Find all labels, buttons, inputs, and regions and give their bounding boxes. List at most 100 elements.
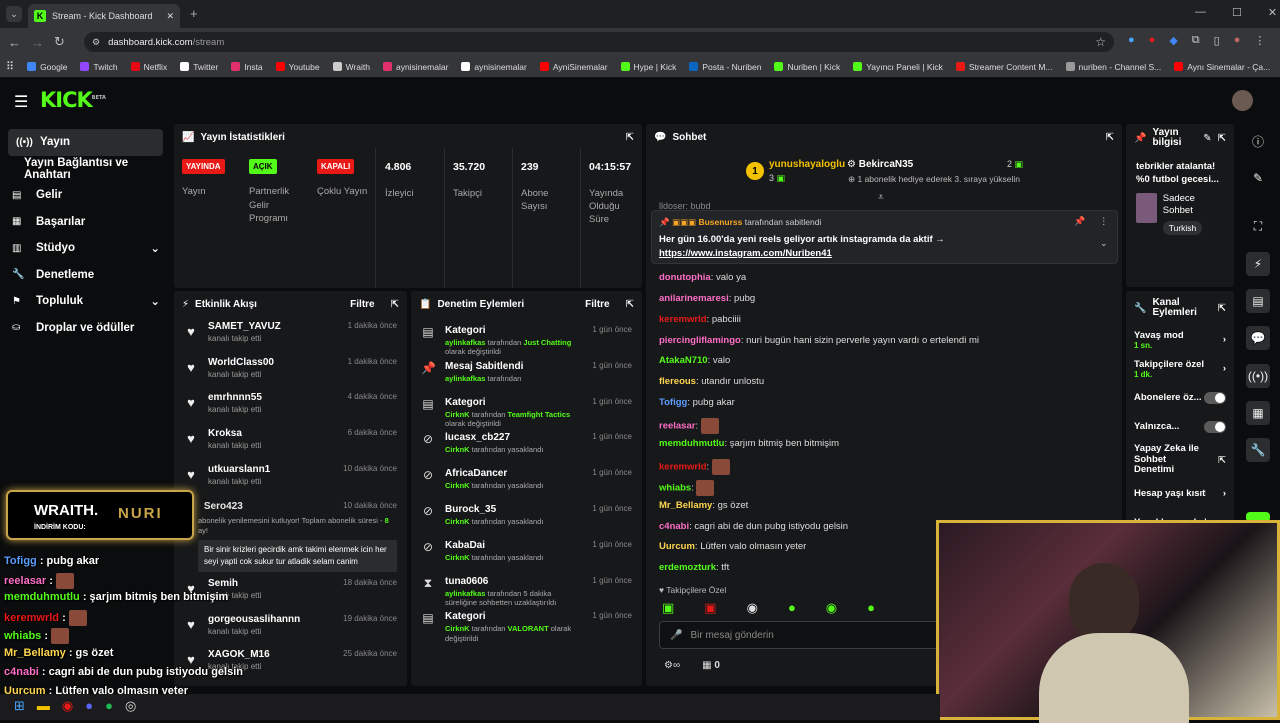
unpin-icon[interactable]: 📌 xyxy=(1074,216,1085,227)
sidebar-item-5[interactable]: 🔧 Denetleme xyxy=(0,262,172,289)
activity-item[interactable]: ♥ gorgeousaslihannn kanalı takip etti 19 da… xyxy=(174,614,407,650)
minimize-icon[interactable]: — xyxy=(1195,6,1206,19)
moderation-item[interactable]: ▤ Kategori CirknK tarafından VALORANT olar… xyxy=(411,607,642,643)
activity-username[interactable]: Semih xyxy=(208,578,333,589)
chat-username[interactable]: keremwrld xyxy=(659,462,707,473)
moderation-item-title[interactable]: Kategori xyxy=(445,397,582,408)
bookmark-item[interactable]: aynisinemalar xyxy=(382,62,448,72)
chat-username[interactable]: keremwrld xyxy=(659,314,707,325)
moderation-item[interactable]: ⊘ AfricaDancer CirknK tarafından yasakland… xyxy=(411,464,642,500)
popout-icon[interactable]: ⇱ xyxy=(391,299,399,310)
activity-filter-button[interactable]: Filtre xyxy=(350,299,374,310)
popout-icon[interactable]: ⇱ xyxy=(626,132,634,143)
moderation-item[interactable]: ⧗ tuna0606 aylinkafkas tarafından 5 dakika… xyxy=(411,572,642,608)
category-thumbnail[interactable] xyxy=(1136,192,1157,223)
chat-username[interactable]: memduhmutlu xyxy=(659,438,724,449)
hamburger-menu-icon[interactable]: ☰ xyxy=(14,92,28,112)
close-window-icon[interactable]: ✕ xyxy=(1268,6,1277,19)
moderation-actor[interactable]: CirknK xyxy=(445,517,470,526)
activity-item[interactable]: ♥ SAMET_YAVUZ kanalı takip etti 1 dakika ön… xyxy=(174,321,407,357)
chat-username[interactable]: whiabs xyxy=(659,483,691,494)
emote-2-icon[interactable]: ▣ xyxy=(704,600,716,616)
moderation-item-title[interactable]: Mesaj Sabitlendi xyxy=(445,361,582,372)
bookmark-item[interactable]: Yayıncı Paneli | Kick xyxy=(853,62,943,72)
moderation-item-title[interactable]: tuna0606 xyxy=(445,576,582,587)
moderation-item-title[interactable]: lucasx_cb227 xyxy=(445,432,582,443)
activity-item[interactable]: ♥ WorldClass00 kanalı takip etti 1 dakika ö… xyxy=(174,357,407,393)
pinned-link[interactable]: https://www.instagram.com/Nuriben41 xyxy=(659,248,832,259)
chat-settings-icon[interactable]: ⚙∞ xyxy=(664,660,680,671)
sidebar-item-0[interactable]: ((•)) Yayın xyxy=(8,129,163,156)
sidebar-item-2[interactable]: ▤ Gelir xyxy=(0,182,172,209)
pinned-menu-icon[interactable]: ⋮ xyxy=(1099,216,1108,227)
channel-action-item[interactable]: Hesap yaşı kısıtla › xyxy=(1126,479,1234,508)
spotify-icon[interactable]: ● xyxy=(105,698,113,714)
back-icon[interactable]: ← xyxy=(8,35,21,50)
chat-username[interactable]: donutophia xyxy=(659,272,711,283)
moderation-filter-button[interactable]: Filtre xyxy=(585,299,609,310)
popout-icon[interactable]: ⇱ xyxy=(1218,303,1226,314)
sidebar-item-3[interactable]: ▦ Başarılar xyxy=(0,209,172,236)
bookmark-item[interactable]: aynisinemalar xyxy=(461,62,527,72)
popout-icon[interactable]: ⇱ xyxy=(1218,133,1226,144)
sidebar-item-7[interactable]: ⛀ Droplar ve ödüller xyxy=(0,315,172,342)
moderation-item[interactable]: ⊘ Burock_35 CirknK tarafından yasaklandı 1… xyxy=(411,500,642,536)
forward-icon[interactable]: → xyxy=(31,35,44,50)
activity-username[interactable]: WorldClass00 xyxy=(208,357,338,368)
sub-event-username[interactable]: Sero423 xyxy=(204,501,333,514)
activity-username[interactable]: XAGOK_M16 xyxy=(208,649,333,660)
extensions-icon[interactable]: ⧉ xyxy=(1192,34,1200,47)
chat-username[interactable]: erdemozturk xyxy=(659,562,716,573)
subscription-event[interactable]: ★Sero42310 dakika önceabonelik yenilemes… xyxy=(174,499,407,578)
bookmark-item[interactable]: Twitter xyxy=(180,62,218,72)
popout-icon[interactable]: ⇱ xyxy=(1106,132,1114,143)
channel-action-item[interactable]: Abonelere öz... xyxy=(1126,383,1234,412)
quick-action-chat-icon[interactable]: 💬 xyxy=(1246,326,1270,350)
bookmark-item[interactable]: Streamer Content M... xyxy=(955,62,1053,72)
moderation-item[interactable]: ▤ Kategori CirknK tarafından Teamfight Tac… xyxy=(411,393,642,429)
moderation-item-title[interactable]: AfricaDancer xyxy=(445,468,582,479)
site-info-icon[interactable]: ⚙ xyxy=(92,37,100,48)
activity-item[interactable]: ♥ emrhnnn55 kanalı takip etti 4 dakika önce xyxy=(174,392,407,428)
moderation-item[interactable]: ▤ Kategori aylinkafkas tarafından Just Cha… xyxy=(411,321,642,357)
emote-5-icon[interactable]: ◉ xyxy=(826,600,837,616)
emote-4-icon[interactable]: ● xyxy=(788,600,796,616)
bookmark-item[interactable]: Wraith xyxy=(332,62,370,72)
quick-action-broadcast-icon[interactable]: ((•)) xyxy=(1246,364,1270,388)
emote-1-icon[interactable]: ▣ xyxy=(662,600,674,616)
emote-6-icon[interactable]: ● xyxy=(867,600,875,616)
bookmark-item[interactable]: Google xyxy=(27,62,67,72)
chat-username[interactable]: reelasar xyxy=(659,421,695,432)
moderation-item[interactable]: ⊘ lucasx_cb227 CirknK tarafından yasakland… xyxy=(411,428,642,464)
quick-action-wrench-icon[interactable]: 🔧 xyxy=(1246,438,1270,462)
activity-username[interactable]: utkuarslann1 xyxy=(208,464,333,475)
chat-username[interactable]: AtakaN710 xyxy=(659,355,708,366)
extension-3-icon[interactable]: ◆ xyxy=(1169,34,1177,47)
chat-username[interactable]: piercingliflamingo xyxy=(659,335,741,346)
moderation-item[interactable]: ⊘ KabaDai CirknK tarafından yasaklandı 1 g… xyxy=(411,536,642,572)
activity-username[interactable]: Kroksa xyxy=(208,428,338,439)
chat-username[interactable]: flereous xyxy=(659,376,696,387)
moderation-actor[interactable]: aylinkafkas xyxy=(445,374,485,383)
toggle-switch[interactable] xyxy=(1204,420,1226,433)
reload-icon[interactable]: ↻ xyxy=(54,34,65,50)
moderation-actor[interactable]: CirknK xyxy=(445,553,470,562)
top-gifter-name[interactable]: yunushayaloglu xyxy=(769,159,845,170)
bookmark-star-icon[interactable]: ☆ xyxy=(1095,35,1106,49)
bookmark-item[interactable]: AyniSinemalar xyxy=(539,62,608,72)
points-icon[interactable]: ▦ 0 xyxy=(702,660,720,671)
browser-menu-icon[interactable]: ⋮ xyxy=(1254,34,1265,47)
emote-3-icon[interactable]: ◉ xyxy=(747,600,758,616)
bookmark-item[interactable]: Aynı Sinemalar - Ça... xyxy=(1174,62,1270,72)
chevron-down-icon[interactable]: ⌄ xyxy=(150,241,160,255)
bookmark-item[interactable]: Posta - Nuriben xyxy=(689,62,761,72)
channel-action-item[interactable]: Yalnızca... xyxy=(1126,412,1234,441)
quick-action-lightning-icon[interactable]: ⚡ xyxy=(1246,252,1270,276)
chat-collapse-icon[interactable]: ⩡ xyxy=(878,192,884,203)
obs-icon[interactable]: ◎ xyxy=(125,698,136,714)
bookmark-item[interactable]: nuriben - Channel S... xyxy=(1065,62,1161,72)
pinned-expand-icon[interactable]: ⌄ xyxy=(1100,238,1108,249)
discord-icon[interactable]: ● xyxy=(85,698,93,714)
browser-tab[interactable]: K Stream - Kick Dashboard ✕ xyxy=(28,4,180,28)
activity-item[interactable]: ♥ utkuarslann1 kanalı takip etti 10 dakika … xyxy=(174,464,407,500)
